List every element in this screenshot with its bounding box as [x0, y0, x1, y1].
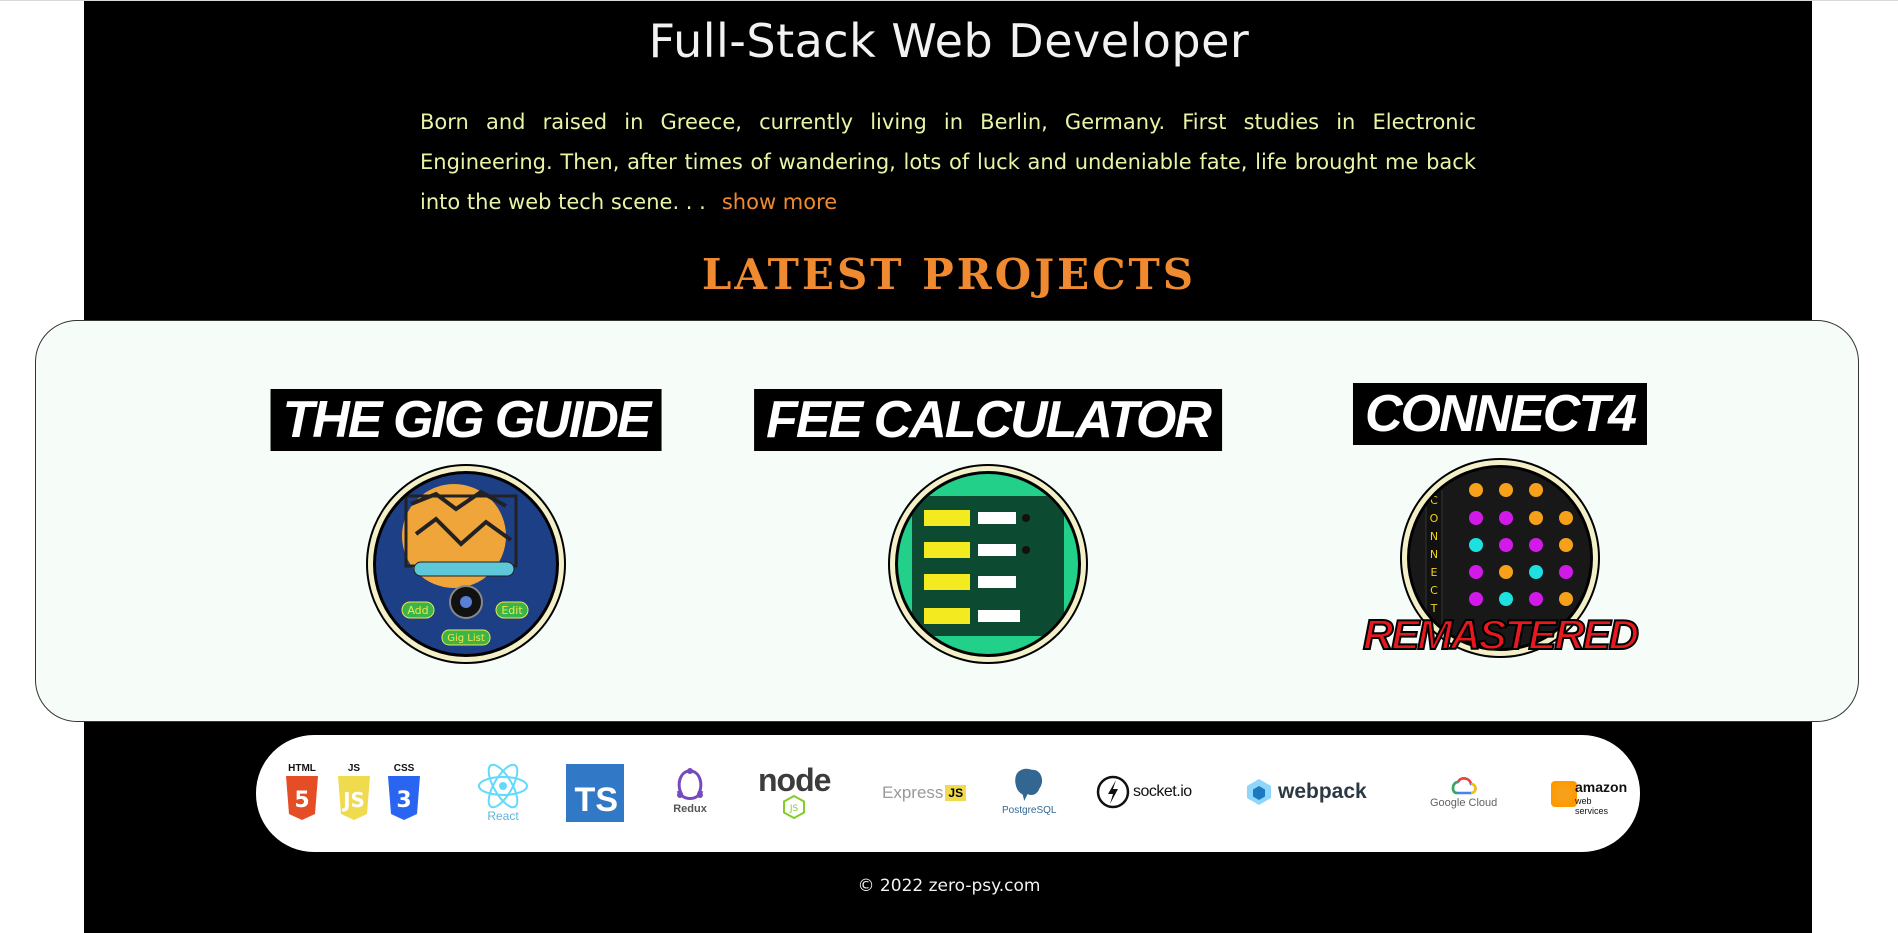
- express-icon: Express JS: [882, 783, 967, 803]
- css3-icon: CSS 3: [386, 763, 422, 822]
- bio-paragraph: Born and raised in Greece, currently liv…: [420, 102, 1476, 222]
- nodejs-icon: node JS: [758, 764, 831, 819]
- project-card-fee-calculator[interactable]: FEE CALCULATOR: [754, 321, 1222, 723]
- show-more-link[interactable]: show more: [722, 190, 837, 214]
- postgresql-icon: PostgreSQL: [1002, 765, 1056, 816]
- svg-text:C: C: [1430, 584, 1438, 597]
- gig-list-label: Gig List: [447, 633, 485, 644]
- project-card-gig-guide[interactable]: THE GIG GUIDE Add Edit Gig List: [256, 321, 676, 723]
- svg-text:JS: JS: [789, 804, 799, 814]
- latest-projects-heading: LATEST PROJECTS: [701, 250, 1197, 299]
- gig-edit-label: Edit: [501, 604, 523, 617]
- react-icon: React: [476, 763, 530, 823]
- socketio-icon: socket.io: [1096, 775, 1192, 809]
- typescript-icon: TS: [566, 764, 624, 822]
- bio-text: Born and raised in Greece, currently liv…: [420, 110, 1476, 214]
- webpack-icon: webpack: [1244, 777, 1367, 807]
- project-title[interactable]: CONNECT4: [1352, 383, 1648, 445]
- js-icon: JS JS: [336, 763, 372, 822]
- tech-stack-bar: HTML 5 JS JS CSS 3 React TS Redux node J…: [256, 735, 1640, 852]
- html5-icon: HTML 5: [284, 763, 320, 822]
- fee-calculator-screenshot-icon[interactable]: [895, 471, 1081, 657]
- svg-text:JS: JS: [341, 788, 365, 812]
- redux-icon: Redux: [670, 767, 710, 815]
- google-cloud-icon: Google Cloud: [1430, 775, 1497, 809]
- aws-icon: amazon web services: [1551, 777, 1627, 816]
- project-card-connect4[interactable]: CONNECT4 CON NECT REMASTERED: [1290, 321, 1710, 723]
- svg-text:C: C: [1430, 494, 1438, 507]
- gig-add-label: Add: [407, 604, 428, 617]
- page-title: Full-Stack Web Developer: [648, 14, 1250, 68]
- project-title[interactable]: THE GIG GUIDE: [270, 389, 662, 451]
- footer-copyright: © 2022 zero-psy.com: [857, 876, 1041, 896]
- svg-text:3: 3: [396, 788, 411, 813]
- svg-text:5: 5: [294, 788, 309, 813]
- projects-panel: THE GIG GUIDE Add Edit Gig List FEE CALC…: [35, 320, 1859, 722]
- svg-text:N: N: [1430, 530, 1438, 543]
- gig-guide-logo-icon[interactable]: Add Edit Gig List: [373, 471, 559, 657]
- svg-text:O: O: [1430, 512, 1439, 525]
- remastered-label: REMASTERED: [1362, 610, 1640, 659]
- project-title[interactable]: FEE CALCULATOR: [754, 389, 1222, 451]
- svg-text:N: N: [1430, 548, 1438, 561]
- svg-text:E: E: [1431, 566, 1438, 579]
